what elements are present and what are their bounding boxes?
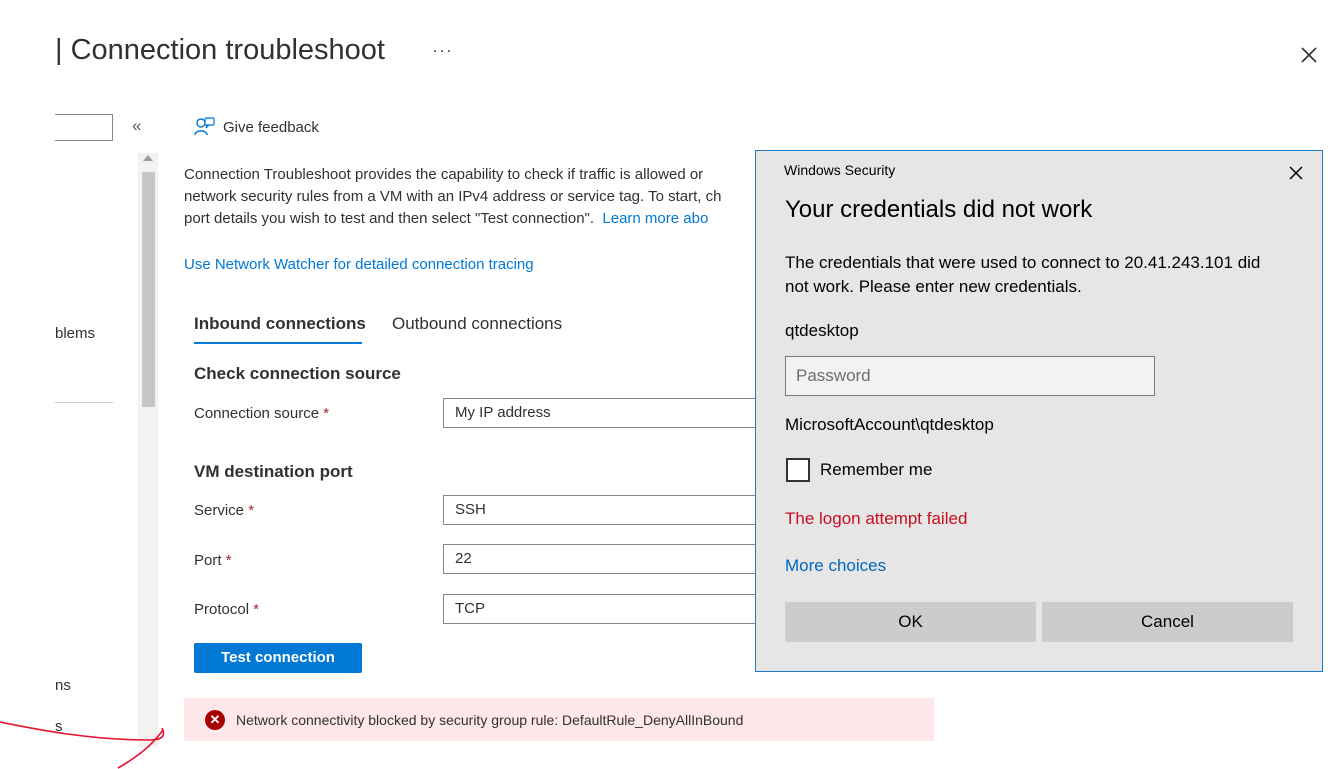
description-text: port details you wish to test and then s… xyxy=(184,210,595,227)
learn-more-link[interactable]: Learn more abo xyxy=(602,210,708,227)
port-input[interactable]: 22 xyxy=(443,544,763,574)
give-feedback-label: Give feedback xyxy=(223,118,319,136)
dialog-username: qtdesktop xyxy=(785,321,859,340)
dialog-close-icon[interactable] xyxy=(1284,161,1308,185)
protocol-label: Protocol * xyxy=(194,601,260,618)
port-label: Port * xyxy=(194,552,232,569)
password-input[interactable]: Password xyxy=(785,356,1155,396)
error-message-bar: ✕ Network connectivity blocked by securi… xyxy=(184,698,934,741)
sidebar-scroll-thumb[interactable] xyxy=(142,172,155,407)
service-dropdown[interactable]: SSH xyxy=(443,495,763,525)
feedback-icon xyxy=(194,117,215,136)
protocol-dropdown[interactable]: TCP xyxy=(443,594,763,624)
active-tab-indicator xyxy=(194,342,362,344)
description-line: network security rules from a VM with an… xyxy=(184,188,722,205)
description-line: Connection Troubleshoot provides the cap… xyxy=(184,166,704,183)
remember-me-checkbox[interactable] xyxy=(786,458,810,482)
tab-outbound[interactable]: Outbound connections xyxy=(392,314,562,334)
more-choices-link[interactable]: More choices xyxy=(785,556,886,576)
sidebar-divider xyxy=(55,402,113,403)
required-mark: * xyxy=(253,601,260,618)
required-mark: * xyxy=(248,502,255,519)
required-mark: * xyxy=(323,405,330,422)
close-icon[interactable] xyxy=(1296,42,1322,68)
dialog-message: The credentials that were used to connec… xyxy=(785,251,1295,299)
remember-me-label[interactable]: Remember me xyxy=(820,460,932,480)
ok-button[interactable]: OK xyxy=(785,602,1036,642)
cancel-button[interactable]: Cancel xyxy=(1042,602,1293,642)
annotation-arrow-icon xyxy=(0,721,165,769)
sidebar-item-problems[interactable]: blems xyxy=(55,325,95,342)
test-connection-button[interactable]: Test connection xyxy=(194,643,362,673)
dialog-domain-user: MicrosoftAccount\qtdesktop xyxy=(785,415,994,434)
dialog-window-title: Windows Security xyxy=(784,162,896,178)
connection-source-label: Connection source * xyxy=(194,405,330,422)
error-icon: ✕ xyxy=(205,709,225,730)
network-watcher-link[interactable]: Use Network Watcher for detailed connect… xyxy=(184,256,534,273)
source-section-heading: Check connection source xyxy=(194,364,401,383)
give-feedback-button[interactable]: Give feedback xyxy=(193,116,319,138)
more-options-button[interactable]: ··· xyxy=(432,40,453,61)
connection-source-dropdown[interactable]: My IP address xyxy=(443,398,763,428)
dest-section-heading: VM destination port xyxy=(194,462,353,481)
dialog-message-line: The credentials that were used to connec… xyxy=(785,253,1261,272)
logon-error-text: The logon attempt failed xyxy=(785,509,968,528)
windows-security-dialog: Windows Security Your credentials did no… xyxy=(755,150,1323,672)
tab-inbound[interactable]: Inbound connections xyxy=(194,314,366,334)
description: Connection Troubleshoot provides the cap… xyxy=(184,164,774,230)
required-mark: * xyxy=(225,552,232,569)
description-line: port details you wish to test and then s… xyxy=(184,208,774,230)
sidebar-search-input[interactable] xyxy=(55,114,113,141)
error-text: Network connectivity blocked by security… xyxy=(236,711,744,728)
dialog-heading: Your credentials did not work xyxy=(785,196,1093,223)
scroll-up-icon[interactable] xyxy=(143,155,153,161)
service-label: Service * xyxy=(194,502,255,519)
collapse-sidebar-button[interactable]: « xyxy=(132,116,141,136)
dialog-message-line: not work. Please enter new credentials. xyxy=(785,277,1082,296)
sidebar-item-connections[interactable]: ns xyxy=(55,677,71,694)
page-title: | Connection troubleshoot xyxy=(55,34,385,66)
